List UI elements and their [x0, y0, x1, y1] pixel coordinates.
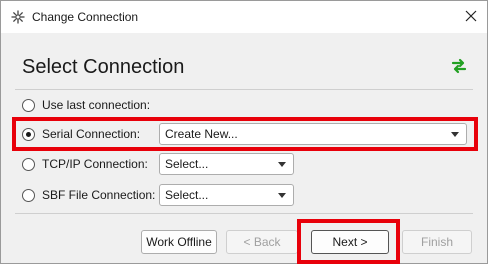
sbf-file-connection-option[interactable]: SBF File Connection:: [22, 186, 155, 204]
use-last-connection-option[interactable]: Use last connection:: [22, 96, 150, 114]
next-button[interactable]: Next >: [311, 230, 389, 254]
back-button[interactable]: < Back: [226, 230, 298, 254]
chevron-down-icon: [278, 162, 286, 167]
tcpip-connection-option[interactable]: TCP/IP Connection:: [22, 155, 148, 173]
sbf-file-connection-radio[interactable]: [22, 188, 35, 202]
title-bar: Change Connection: [1, 1, 487, 33]
finish-button[interactable]: Finish: [402, 230, 472, 254]
work-offline-button[interactable]: Work Offline: [141, 230, 217, 254]
window-title: Change Connection: [32, 10, 139, 24]
separator-top: [15, 89, 473, 90]
serial-connection-select-value: Create New...: [165, 127, 238, 141]
change-connection-dialog: Change Connection Select Connection Use …: [0, 0, 488, 264]
close-icon: [465, 10, 477, 22]
use-last-connection-label: Use last connection:: [42, 98, 151, 112]
use-last-connection-radio[interactable]: [22, 98, 35, 112]
tcpip-connection-select-value: Select...: [165, 157, 209, 171]
close-button[interactable]: [457, 3, 485, 29]
serial-connection-label: Serial Connection:: [42, 127, 141, 141]
serial-connection-select[interactable]: Create New...: [159, 123, 467, 145]
app-icon: [11, 10, 25, 24]
tcpip-connection-select[interactable]: Select...: [159, 153, 294, 175]
page-title: Select Connection: [22, 56, 185, 78]
tcpip-connection-radio[interactable]: [22, 157, 35, 171]
sbf-file-connection-select-value: Select...: [165, 188, 209, 202]
chevron-down-icon: [278, 193, 286, 198]
tcpip-connection-label: TCP/IP Connection:: [42, 157, 148, 171]
serial-connection-radio[interactable]: [22, 127, 35, 141]
swap-arrows-icon[interactable]: [451, 58, 467, 74]
sbf-file-connection-select[interactable]: Select...: [159, 184, 294, 206]
serial-connection-option[interactable]: Serial Connection:: [22, 125, 140, 143]
chevron-down-icon: [451, 132, 459, 137]
separator-bottom: [15, 213, 473, 214]
sbf-file-connection-label: SBF File Connection:: [42, 188, 156, 202]
